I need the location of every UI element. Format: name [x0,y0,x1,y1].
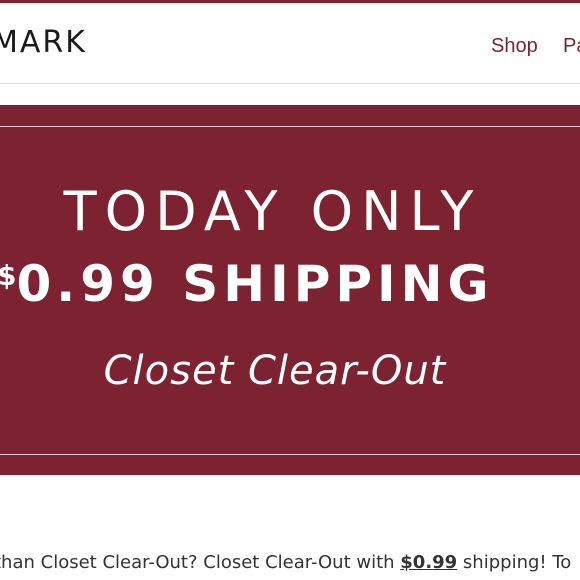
banner-subline: Closet Clear-Out [103,348,447,394]
banner-headline: TODAY ONLY [63,180,482,243]
banner-bottom-rule [0,454,580,455]
shipping-offer-text: 0.99 SHIPPING [16,255,494,313]
caption-prefix: than Closet Clear-Out? Closet Clear-Out … [0,552,401,573]
promo-banner[interactable]: TODAY ONLY $0.99 SHIPPING Closet Clear-O… [0,105,580,475]
nav-party-link[interactable]: Pa [563,35,580,58]
nav-shop-link[interactable]: Shop [491,35,538,58]
caption-price-link[interactable]: $0.99 [400,552,457,573]
currency-symbol: $ [0,259,17,292]
site-header: MARK Shop Pa [0,3,580,84]
caption-suffix: shipping! To [457,552,572,573]
site-logo[interactable]: MARK [0,25,87,60]
post-caption: than Closet Clear-Out? Closet Clear-Out … [0,552,571,573]
banner-top-rule [0,126,580,127]
banner-shipping-offer: $0.99 SHIPPING [0,255,494,313]
